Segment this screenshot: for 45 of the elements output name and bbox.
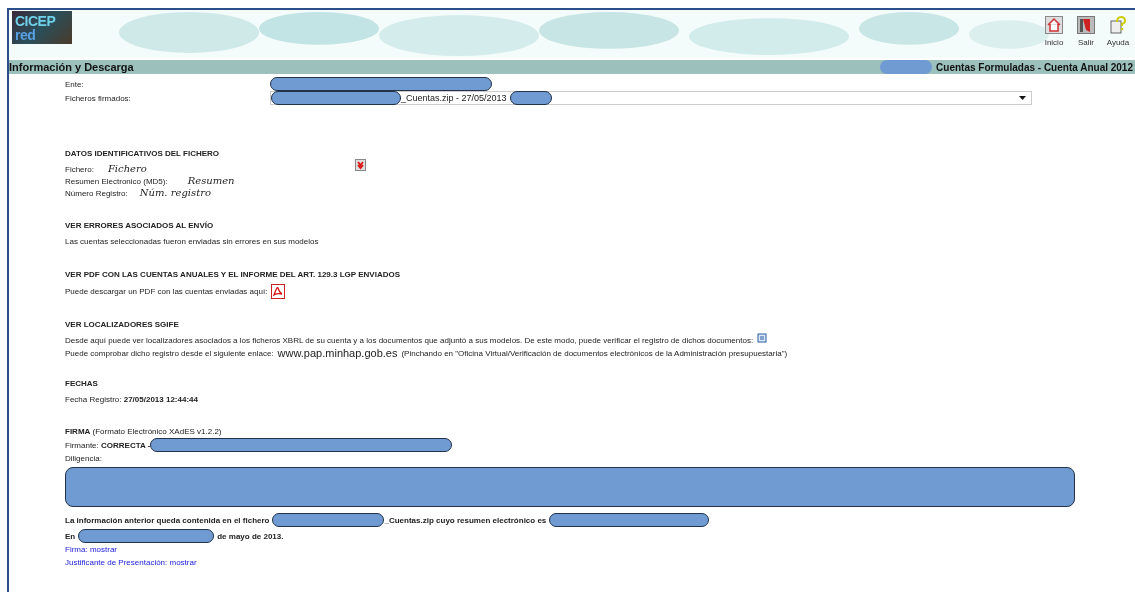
caret-icon xyxy=(1019,96,1026,100)
redaction-mark xyxy=(880,60,933,74)
help-icon xyxy=(1109,16,1127,34)
website-link[interactable]: www.pap.minhap.gob.es xyxy=(277,347,398,360)
door-icon xyxy=(1077,16,1095,34)
toolbar-button[interactable]: Inicio xyxy=(1041,16,1067,47)
pdf-button[interactable] xyxy=(271,284,286,299)
section-heading: FIRMA (Formato Electrónico XAdES v1.2.2) xyxy=(65,426,222,438)
section-heading: FECHAS xyxy=(65,379,99,388)
logo: CICEP red xyxy=(12,11,72,44)
info-text: Fecha Registro: 27/05/2013 12:44:44 xyxy=(65,394,198,406)
field-label: Fichero: xyxy=(65,165,94,174)
signer-text: Firmante: CORRECTA - xyxy=(65,439,151,452)
page-title: Información y Descarga xyxy=(9,61,134,73)
info-text: Puede descargar un PDF con las cuentas enviadas aquí: xyxy=(65,286,268,298)
field-label: Resumen Electronico (MD5): xyxy=(65,177,168,186)
field-label: Diligencia: xyxy=(65,453,102,465)
info-text: Las cuentas seleccionadas fueron enviadas sin errores en sus modelos xyxy=(65,236,319,248)
document-button[interactable] xyxy=(757,332,768,343)
date-text: de mayo de 2013. xyxy=(217,531,284,541)
field-label: Número Registro: xyxy=(65,189,128,198)
download-button[interactable] xyxy=(354,159,366,171)
toolbar-button[interactable]: Ayuda xyxy=(1105,16,1131,47)
section-heading: VER ERRORES ASOCIADOS AL ENVÍO xyxy=(65,221,215,230)
context-title: Cuentas Formuladas - Cuenta Anual 2012 xyxy=(936,61,1133,73)
summary-text: _Cuentas.zip cuyo resumen electrónico es xyxy=(384,515,547,525)
field-label: Ente: xyxy=(65,79,85,89)
home-icon xyxy=(1045,16,1063,34)
info-text: Puede comprobar dicho registro desde el siguiente enlace: xyxy=(65,348,274,360)
summary-text: La información anterior queda contenida en el fichero xyxy=(65,515,270,525)
file-select[interactable]: _Cuentas.zip - 27/05/2013 xyxy=(270,91,1032,105)
show-link[interactable]: Firma: mostrar xyxy=(65,543,117,556)
info-text: (Pinchando en "Oficina Virtual/Verificación de documentos electrónicos de la Administración presupuestaria") xyxy=(401,348,788,360)
section-heading: VER LOCALIZADORES SGIFE xyxy=(65,320,180,329)
redaction-mark xyxy=(509,91,552,105)
toolbar-button[interactable]: Salir xyxy=(1073,16,1099,47)
field-value: Núm. registro xyxy=(139,187,211,198)
field-value: Resumen xyxy=(187,175,235,186)
field-value: Fichero xyxy=(107,163,147,174)
section-heading: DATOS IDENTIFICATIVOS DEL FICHERO xyxy=(65,149,221,158)
show-link[interactable]: Justificante de Presentación: mostrar xyxy=(65,556,197,569)
place-label: En xyxy=(65,531,76,541)
section-heading: VER PDF CON LAS CUENTAS ANUALES Y EL INFORME DEL ART. 129.3 LGP ENVIADOS xyxy=(65,270,402,279)
field-label: Ficheros firmados: xyxy=(65,93,132,103)
info-text: Desde aquí puede ver localizadores asociados a los ficheros XBRL de su cuenta y a los documentos que adjuntó a sus modelos. De este modo, puede verificar el registro de dichos documentos: xyxy=(65,335,754,347)
